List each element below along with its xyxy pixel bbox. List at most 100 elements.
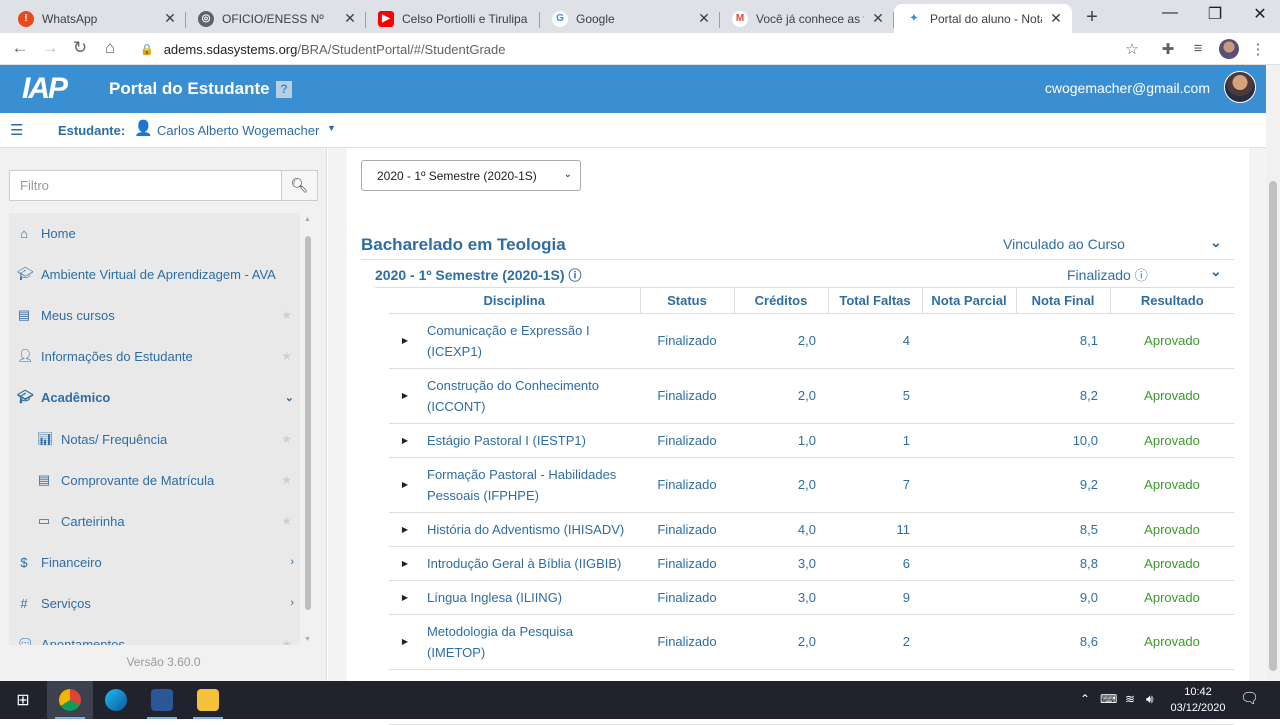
maximize-button[interactable]: ❐ [1195,4,1235,24]
browser-tab[interactable]: M Você já conhece as vant ✕ [720,4,894,33]
table-row[interactable]: ▶ Construção do Conhecimento (ICCONT) Fina… [389,368,1234,424]
help-icon[interactable]: ? [276,81,292,98]
media-queue-icon[interactable]: ≡ [1188,40,1208,57]
chrome-taskbar-icon[interactable] [47,681,93,719]
semester-title[interactable]: 2020 - 1º Semestre (2020-1S) ⓘ [375,265,581,284]
iap-logo[interactable]: IAP [22,72,68,106]
back-icon[interactable]: ← [9,38,31,58]
sidebar-item-carteirinha[interactable]: ▭ Carteirinha ★ [9,501,300,541]
browser-tab-active[interactable]: ✦ Portal do aluno - Notas ✕ [894,4,1072,33]
scroll-down-arrow[interactable]: ▼ [304,636,311,643]
favorite-star-icon[interactable]: ★ [281,473,292,487]
expand-row-icon[interactable]: ▶ [389,614,421,670]
table-row[interactable]: ▶ Comunicação e Expressão I (ICEXP1) Final… [389,313,1234,369]
wifi-icon[interactable]: ≋ [1125,692,1135,706]
url-field[interactable]: 🔒 adems.sdasystems.org/BRA/StudentPortal… [130,36,1152,62]
favorite-star-icon[interactable]: ★ [281,514,292,528]
page-scrollbar[interactable] [1266,65,1280,681]
expand-row-icon[interactable]: ▶ [389,512,421,547]
discipline-name[interactable]: Construção do Conhecimento (ICCONT) [421,368,640,424]
table-row[interactable]: ▶ Formação Pastoral - Habilidades Pessoai… [389,457,1234,513]
info-icon[interactable]: ⓘ [1135,268,1148,283]
taskbar-clock[interactable]: 10:42 03/12/2020 [1168,684,1228,716]
table-row[interactable]: ▶ Metodologia da Pesquisa (IMETOP) Finaliz… [389,614,1234,670]
hamburger-menu-icon[interactable]: ☰ [10,121,23,139]
expand-row-icon[interactable]: ▶ [389,546,421,581]
expand-row-icon[interactable]: ▶ [389,423,421,458]
extensions-icon[interactable]: ✚ [1158,40,1178,58]
expand-row-icon[interactable]: ▶ [389,580,421,615]
sidebar-item-informacoes[interactable]: 👤︎ Informações do Estudante ★ [9,336,300,376]
sidebar-item-servicos[interactable]: # Serviços › [9,583,300,623]
semester-select[interactable]: 2020 - 1º Semestre (2020-1S) ⌄ [361,160,581,191]
sidebar-item-meus-cursos[interactable]: ▤ Meus cursos ★ [9,295,300,335]
discipline-name[interactable]: Comunicação e Expressão I (ICEXP1) [421,313,640,369]
status-cell: Finalizado [640,368,734,424]
browser-tab[interactable]: ! WhatsApp ✕ [6,4,186,33]
sidebar-item-home[interactable]: ⌂ Home [9,213,300,253]
sidebar-scrollbar[interactable] [305,236,311,610]
minimize-button[interactable]: — [1150,4,1190,22]
table-row[interactable]: ▶ Língua Inglesa (ILIING) Finalizado 3,0 9 9,… [389,580,1234,615]
browser-tab[interactable]: ▶ Celso Portiolli e Tirulipa [366,4,540,33]
notifications-icon[interactable]: 🗨︎ [1240,689,1259,707]
expand-row-icon[interactable]: ▶ [389,457,421,513]
volume-icon[interactable]: 🔊︎ [1146,692,1154,707]
info-icon[interactable]: ⓘ [568,268,581,283]
expand-row-icon[interactable]: ▶ [389,368,421,424]
close-icon[interactable]: ✕ [162,10,178,27]
chevron-down-icon[interactable]: ⌄ [1210,263,1222,280]
discipline-name[interactable]: Metodologia da Pesquisa (IMETOP) [421,614,640,670]
close-window-button[interactable]: ✕ [1240,4,1280,24]
table-row[interactable]: ▶ Introdução Geral à Bíblia (IIGBIB) Final… [389,546,1234,581]
favorite-star-icon[interactable]: ★ [281,432,292,446]
expand-row-icon[interactable]: ▶ [389,313,421,369]
sidebar-item-financeiro[interactable]: $ Financeiro › [9,542,300,582]
close-icon[interactable]: ✕ [1048,10,1064,27]
discipline-name[interactable]: Estágio Pastoral I (IESTP1) [421,423,640,458]
favorite-star-icon[interactable]: ★ [281,308,292,322]
browser-tab[interactable]: ◎ OFICIO/ENESS Nº ✕ [186,4,366,33]
filter-input[interactable]: Filtro [9,170,282,201]
caret-down-icon[interactable]: ▼ [327,123,336,133]
user-email[interactable]: cwogemacher@gmail.com [1045,80,1210,96]
sidebar-item-academico[interactable]: 🎓︎ Acadêmico ⌄ [9,377,300,417]
chevron-up-icon[interactable]: ⌃ [1080,692,1090,706]
discipline-name[interactable]: Formação Pastoral - Habilidades Pessoais… [421,457,640,513]
close-icon[interactable]: ✕ [870,10,886,27]
student-name-dropdown[interactable]: Carlos Alberto Wogemacher [157,123,319,138]
sidebar-item-ava[interactable]: 🎓︎ Ambiente Virtual de Aprendizagem - AV… [9,254,300,294]
discipline-name[interactable]: Língua Inglesa (ILIING) [421,580,640,615]
search-button[interactable]: 🔍︎ [281,170,318,201]
home-icon[interactable]: ⌂ [99,38,121,58]
chevron-down-icon[interactable]: ⌄ [1210,234,1222,251]
favorite-star-icon[interactable]: ★ [281,349,292,363]
reload-icon[interactable]: ↻ [69,38,91,58]
sidebar-item-apontamentos[interactable]: 💬︎ Apontamentos ★ [9,624,300,645]
close-icon[interactable]: ✕ [342,10,358,27]
scroll-up-arrow[interactable]: ▲ [304,216,311,223]
word-taskbar-icon[interactable] [139,681,185,719]
start-button[interactable]: ⊞ [0,681,46,719]
discipline-name[interactable]: História do Adventismo (IHISADV) [421,512,640,547]
course-title[interactable]: Bacharelado em Teologia [361,235,566,255]
absences-cell: 11 [828,512,922,547]
table-row[interactable]: ▶ História do Adventismo (IHISADV) Finaliz… [389,512,1234,547]
favorite-star-icon[interactable]: ★ [281,637,292,645]
browser-profile-avatar[interactable] [1219,39,1239,59]
bookmark-star-icon[interactable]: ☆ [1122,40,1142,58]
file-explorer-taskbar-icon[interactable] [185,681,231,719]
discipline-name[interactable]: Introdução Geral à Bíblia (IIGBIB) [421,546,640,581]
edge-taskbar-icon[interactable] [93,681,139,719]
close-icon[interactable]: ✕ [696,10,712,27]
sidebar-item-notas[interactable]: 📊︎ Notas/ Frequência ★ [9,419,300,459]
menu-dots-icon[interactable]: ⋮ [1248,40,1268,58]
input-method-icon[interactable]: ⌨ [1100,692,1117,706]
forward-icon[interactable]: → [39,38,61,58]
user-avatar[interactable] [1224,71,1256,103]
table-row[interactable]: ▶ Estágio Pastoral I (IESTP1) Finalizado 1,… [389,423,1234,458]
sidebar-item-comprovante[interactable]: ▤ Comprovante de Matrícula ★ [9,460,300,500]
scrollbar-thumb[interactable] [1269,181,1277,671]
browser-tab[interactable]: G Google ✕ [540,4,720,33]
new-tab-button[interactable]: + [1082,6,1102,29]
